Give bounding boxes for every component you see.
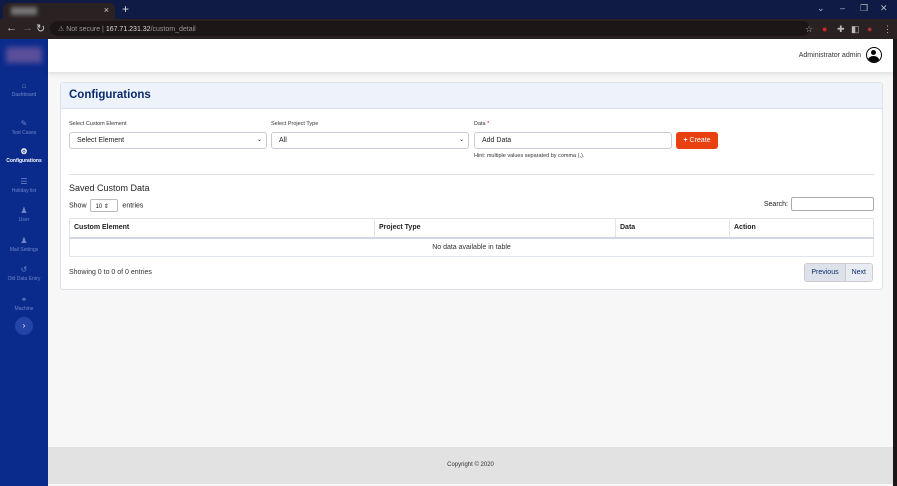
menu-icon[interactable]: ⋮: [883, 24, 892, 35]
entries-label: entries: [122, 202, 144, 210]
pencil-icon: ✎: [20, 119, 28, 128]
chevron-down-icon: ⌄: [256, 137, 262, 143]
star-icon[interactable]: ☆: [805, 24, 813, 35]
sidebar-item-label: Old Data Entry: [7, 276, 41, 282]
user-icon: ♟: [20, 236, 28, 245]
sidebar-item-dashboard[interactable]: ⌂ Dashboard: [0, 81, 48, 98]
close-tab-icon[interactable]: ×: [104, 5, 109, 15]
sidebar-item-machine[interactable]: ⚭ Machine: [0, 295, 48, 312]
previous-button[interactable]: Previous: [805, 264, 845, 281]
new-tab-button[interactable]: +: [122, 2, 129, 16]
puzzle-icon[interactable]: ✚: [837, 24, 845, 35]
forward-icon[interactable]: →: [22, 22, 33, 34]
sidebar-item-label: Test Cases: [11, 130, 37, 136]
expand-sidebar-button[interactable]: ›: [15, 317, 33, 335]
url-path: /custom_detail: [150, 26, 196, 33]
sidebar-item-label: User: [18, 217, 30, 223]
plus-icon: +: [683, 137, 688, 144]
warning-icon: ⚠: [58, 26, 67, 33]
configurations-card: Configurations Select Custom Element Sel…: [60, 82, 883, 290]
sidebar-item-mail-settings[interactable]: ♟ Mail Settings: [0, 236, 48, 253]
empty-table-message: No data available in table: [69, 237, 874, 257]
restore-icon[interactable]: ❐: [860, 3, 868, 14]
column-project-type[interactable]: Project Type: [374, 218, 616, 239]
next-button[interactable]: Next: [844, 264, 872, 281]
main-content: Administrator admin Configurations Selec…: [48, 39, 893, 486]
table-search: Search:: [764, 197, 874, 211]
sidepanel-icon[interactable]: ◧: [851, 24, 860, 35]
data-input[interactable]: Add Data: [474, 132, 672, 149]
custom-element-select[interactable]: Select Element ⌄: [69, 132, 267, 149]
url-host: 167.71.231.32: [105, 26, 151, 33]
entries-length-select[interactable]: 10 ⇕: [90, 199, 119, 212]
sidebar-item-user[interactable]: ♟ User: [0, 206, 48, 223]
column-custom-element[interactable]: Custom Element: [69, 218, 375, 239]
address-bar-row: ← → ↻ ⚠ Not secure | 167.71.231.32/custo…: [0, 19, 897, 39]
data-label: Data *: [474, 121, 489, 127]
history-icon: ↺: [20, 265, 28, 274]
table-info: Showing 0 to 0 of 0 entries: [69, 269, 152, 276]
project-type-label: Select Project Type: [271, 121, 319, 127]
data-label-text: Data: [474, 121, 486, 127]
tab-search-icon[interactable]: ⌄: [817, 3, 825, 14]
reload-icon[interactable]: ↻: [36, 22, 45, 35]
select-value: All: [279, 137, 287, 144]
tab-favicon-icon: [11, 7, 37, 15]
sidebar-item-label: Holiday list: [11, 188, 37, 194]
gear-icon: ⚙: [20, 147, 28, 156]
table-header-row: Custom Element Project Type Data Action: [69, 218, 874, 239]
entries-length: Show 10 ⇕ entries: [69, 199, 143, 212]
search-label: Search:: [763, 200, 788, 208]
page-title: Configurations: [61, 83, 882, 109]
close-window-icon[interactable]: ✕: [880, 3, 888, 14]
user-icon: ♟: [20, 206, 28, 215]
profile-icon[interactable]: ●: [867, 24, 872, 34]
element-label: Select Custom Element: [69, 121, 127, 127]
create-button[interactable]: + Create: [676, 132, 718, 149]
sidebar-item-old-data-entry[interactable]: ↺ Old Data Entry: [0, 265, 48, 282]
user-name[interactable]: Administrator admin: [799, 52, 861, 59]
top-header: Administrator admin: [48, 39, 893, 72]
select-value: Select Element: [77, 137, 125, 144]
custom-data-table: Custom Element Project Type Data Action …: [69, 218, 874, 257]
machine-icon: ⚭: [20, 295, 28, 304]
avatar-icon[interactable]: [866, 47, 882, 63]
pagination: Previous Next: [804, 263, 873, 282]
create-label: Create: [689, 137, 711, 144]
sidebar-item-label: Machine: [14, 306, 34, 312]
extension-icon[interactable]: ●: [822, 24, 827, 34]
search-input[interactable]: [791, 197, 874, 211]
browser-tab[interactable]: ×: [3, 3, 115, 19]
saved-data-heading: Saved Custom Data: [69, 183, 150, 193]
sidebar-item-label: Mail Settings: [9, 247, 39, 253]
sidebar-item-label: Dashboard: [11, 92, 37, 98]
browser-tab-bar: × + ⌄ – ❐ ✕: [0, 0, 897, 19]
data-placeholder: Add Data: [482, 137, 512, 144]
minimize-icon[interactable]: –: [840, 3, 845, 13]
dashboard-icon: ⌂: [21, 81, 27, 90]
chevron-down-icon: ⌄: [458, 137, 464, 143]
table-row: No data available in table: [69, 237, 874, 257]
divider: [69, 174, 874, 175]
sidebar: ⌂ Dashboard ✎ Test Cases ⚙ Configurations ☰…: [0, 39, 48, 486]
project-type-select[interactable]: All ⌄: [271, 132, 469, 149]
sidebar-item-holiday-list[interactable]: ☰ Holiday list: [0, 177, 48, 194]
sidebar-item-label: Configurations: [6, 158, 42, 164]
list-icon: ☰: [20, 177, 28, 186]
url-input[interactable]: ⚠ Not secure | 167.71.231.32/custom_deta…: [50, 21, 810, 36]
show-label: Show: [69, 202, 87, 210]
sidebar-item-test-cases[interactable]: ✎ Test Cases: [0, 119, 48, 136]
back-icon[interactable]: ←: [6, 22, 17, 34]
length-value: 10: [95, 204, 103, 210]
logo: [6, 47, 42, 63]
sidebar-item-configurations[interactable]: ⚙ Configurations: [0, 147, 48, 164]
required-marker: *: [487, 121, 490, 127]
column-data[interactable]: Data: [615, 218, 730, 239]
not-secure-label: Not secure: [66, 26, 101, 33]
footer-copyright: Copyright © 2020: [48, 447, 893, 484]
data-hint: Hint: multiple values separated by comma…: [474, 153, 585, 159]
column-action[interactable]: Action: [729, 218, 874, 239]
